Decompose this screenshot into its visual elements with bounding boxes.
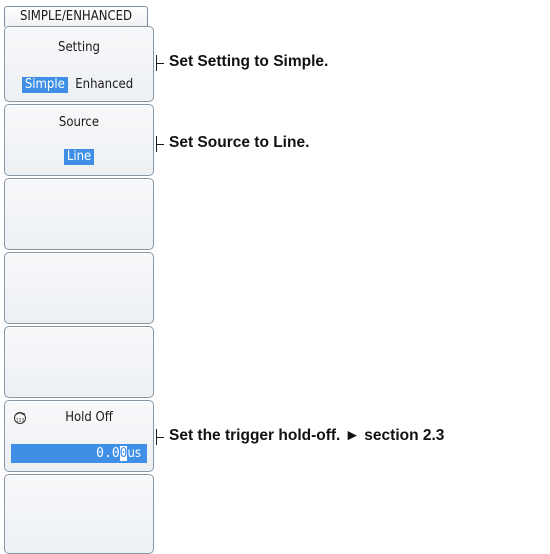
setting-option-enhanced[interactable]: Enhanced	[72, 77, 136, 93]
callout-line-setting	[156, 63, 164, 64]
hold-off-unit: us	[127, 446, 141, 461]
callout-hold-off: Set the trigger hold-off. ► section 2.3	[169, 427, 445, 444]
hold-off-value: 0.0	[96, 446, 120, 461]
callout-line-hold-off	[156, 437, 164, 438]
empty-softkey-2[interactable]	[4, 252, 154, 324]
source-value: Line	[63, 149, 95, 165]
hold-off-label: Hold Off	[65, 410, 113, 425]
setting-label: Setting	[58, 40, 100, 55]
empty-softkey-1[interactable]	[4, 178, 154, 250]
callout-setting: Set Setting to Simple.	[169, 53, 329, 70]
callout-source: Set Source to Line.	[169, 134, 310, 151]
softkey-menu: SIMPLE/ENHANCED Setting Simple Enhanced …	[0, 0, 156, 554]
setting-option-simple[interactable]: Simple	[21, 77, 68, 93]
setting-softkey[interactable]: Setting Simple Enhanced	[4, 26, 154, 102]
hold-off-value-field[interactable]: 0.00us	[11, 444, 147, 463]
source-softkey[interactable]: Source Line	[4, 104, 154, 176]
svg-text:123: 123	[16, 418, 25, 424]
source-value-row: Line	[5, 147, 153, 165]
menu-title: SIMPLE/ENHANCED	[4, 6, 148, 27]
empty-softkey-3[interactable]	[4, 326, 154, 398]
callout-line-source	[156, 144, 164, 145]
hold-off-softkey[interactable]: 123 Hold Off 0.00us	[4, 400, 154, 472]
source-label: Source	[58, 115, 100, 130]
setting-options: Simple Enhanced	[5, 75, 153, 93]
empty-softkey-4[interactable]	[4, 474, 154, 554]
